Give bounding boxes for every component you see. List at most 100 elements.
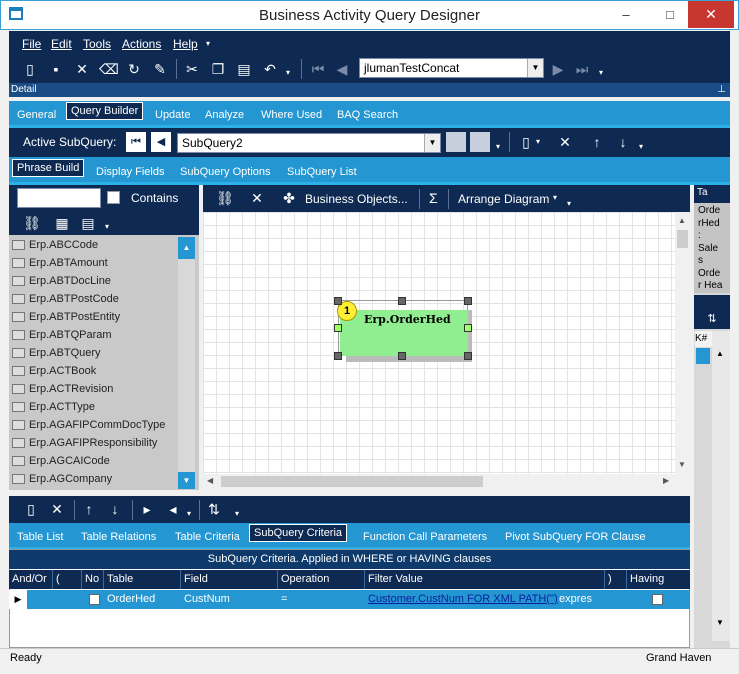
overflow-icon[interactable]: ▾	[639, 142, 643, 151]
query-id-combo[interactable]: jlumanTestConcat ▼	[359, 58, 544, 78]
row-operation[interactable]: =	[278, 590, 287, 609]
resize-handle[interactable]	[398, 297, 406, 305]
minimize-button[interactable]: –	[604, 1, 648, 28]
tab-table-relations[interactable]: Table Relations	[81, 531, 156, 543]
business-objects-button[interactable]: Business Objects...	[305, 192, 408, 206]
col-close-paren[interactable]: )	[605, 570, 627, 589]
tab-pivot-subquery[interactable]: Pivot SubQuery FOR Clause	[505, 531, 646, 543]
table-list-item[interactable]: Erp.AGCompany	[9, 470, 199, 488]
last-subquery-icon[interactable]	[470, 132, 490, 152]
tab-baq-search[interactable]: BAQ Search	[337, 109, 398, 121]
scroll-up-icon[interactable]: ▲	[678, 216, 686, 225]
col-having[interactable]: Having	[627, 570, 690, 589]
tab-where-used[interactable]: Where Used	[261, 109, 322, 121]
tab-general[interactable]: General	[17, 109, 56, 121]
tab-display-fields[interactable]: Display Fields	[96, 166, 164, 178]
col-filter-value[interactable]: Filter Value	[365, 570, 605, 589]
table-options-icon[interactable]: ▤	[79, 214, 97, 232]
last-record-icon[interactable]: ⏭	[573, 60, 591, 78]
table-search-input[interactable]	[17, 188, 101, 208]
tab-table-list[interactable]: Table List	[17, 531, 63, 543]
table-list-item[interactable]: Erp.AGAFIPCommDocType	[9, 416, 199, 434]
save-icon[interactable]: ▪	[47, 60, 65, 78]
scroll-down-icon[interactable]: ▼	[178, 472, 195, 489]
table-node-orderhed[interactable]: Erp.OrderHed	[340, 310, 468, 356]
arrange-diagram-button[interactable]: Arrange Diagram	[458, 192, 549, 206]
table-list-scrollbar[interactable]: ▲ ▼	[178, 237, 195, 489]
table-list-item[interactable]: Erp.ABTQParam	[9, 326, 199, 344]
move-down-icon[interactable]: ↓	[614, 133, 632, 151]
subquery-combo[interactable]: SubQuery2 ▼	[177, 133, 441, 153]
row-table[interactable]: OrderHed	[104, 590, 155, 609]
tab-update[interactable]: Update	[155, 109, 190, 121]
scroll-down-icon[interactable]: ▼	[716, 618, 724, 627]
resize-handle[interactable]	[464, 352, 472, 360]
col-and-or[interactable]: And/Or	[9, 570, 53, 589]
overflow-icon[interactable]: ▾	[496, 142, 500, 151]
delete-subquery-icon[interactable]: ✕	[556, 133, 574, 151]
col-operation[interactable]: Operation	[278, 570, 365, 589]
resize-handle[interactable]	[334, 324, 342, 332]
clear-icon[interactable]: ✎	[151, 60, 169, 78]
eraser-icon[interactable]: ⌫	[99, 60, 119, 78]
table-icon[interactable]: ▦	[53, 214, 71, 232]
contains-checkbox[interactable]	[107, 191, 120, 204]
table-list-item[interactable]: Erp.ACTRevision	[9, 380, 199, 398]
delete-icon[interactable]: ✕	[73, 60, 91, 78]
row-field[interactable]: CustNum	[181, 590, 230, 609]
chevron-down-icon[interactable]: ▾	[187, 509, 191, 518]
maximize-button[interactable]: □	[648, 1, 692, 28]
menu-edit[interactable]: Edit	[51, 37, 72, 51]
tab-subquery-list[interactable]: SubQuery List	[287, 166, 357, 178]
sigma-icon[interactable]: Σ	[429, 190, 438, 206]
toolbar-dropdown-icon[interactable]: ▾	[286, 68, 290, 77]
table-list-item[interactable]: Erp.ABTQuery	[9, 344, 199, 362]
new-icon[interactable]: ▯	[21, 60, 39, 78]
resize-handle[interactable]	[398, 352, 406, 360]
next-subquery-icon[interactable]	[446, 132, 466, 152]
table-list-item[interactable]: Erp.ACTBook	[9, 362, 199, 380]
cut-icon[interactable]: ✂	[183, 60, 201, 78]
table-list-item[interactable]: Erp.AGCAICode	[9, 452, 199, 470]
no-checkbox[interactable]	[89, 594, 100, 605]
row-selector-arrow-icon[interactable]: ▶	[9, 590, 27, 609]
having-checkbox[interactable]	[652, 594, 663, 605]
close-button[interactable]: ✕	[688, 1, 734, 28]
overflow-icon[interactable]: ▾	[235, 509, 239, 518]
paste-icon[interactable]: ▤	[235, 60, 253, 78]
resize-handle[interactable]	[464, 324, 472, 332]
resize-handle[interactable]	[464, 297, 472, 305]
pin-icon[interactable]: ⊥	[717, 83, 726, 97]
tab-subquery-options[interactable]: SubQuery Options	[180, 166, 271, 178]
first-record-icon[interactable]: ⏮	[309, 60, 327, 78]
chevron-down-icon[interactable]: ▾	[105, 222, 109, 231]
link-icon[interactable]: ⛓	[216, 189, 234, 207]
scroll-thumb[interactable]	[677, 230, 688, 248]
menu-actions[interactable]: Actions	[122, 37, 161, 51]
right-grid-selected-cell[interactable]	[696, 348, 710, 364]
move-down-icon[interactable]: ↓	[106, 500, 124, 518]
scroll-right-icon[interactable]: ▶	[663, 476, 669, 485]
table-list-item[interactable]: Erp.ABTPostCode	[9, 290, 199, 308]
prev-subquery-icon[interactable]: ◀	[151, 132, 171, 152]
refresh-icon[interactable]: ↻	[125, 60, 143, 78]
sort-az-icon[interactable]: ⇅	[694, 309, 730, 329]
first-subquery-icon[interactable]: ⏮	[126, 132, 146, 152]
table-list-item[interactable]: Erp.AGAFIPResponsibility	[9, 434, 199, 452]
row-filter-link[interactable]: Customer.CustNum FOR XML PATH('')	[365, 590, 558, 609]
scroll-thumb[interactable]	[221, 476, 483, 487]
copy-icon[interactable]: ❐	[209, 60, 227, 78]
col-field[interactable]: Field	[181, 570, 278, 589]
menu-overflow-icon[interactable]: ▾	[206, 39, 210, 48]
table-list-item[interactable]: Erp.ABCCode	[9, 236, 199, 254]
right-panel-scrollbar[interactable]: ▲ ▼	[712, 331, 730, 641]
chevron-down-icon[interactable]: ▾	[553, 193, 557, 202]
tab-query-builder[interactable]: Query Builder	[66, 102, 144, 120]
toolbar-overflow-icon[interactable]: ▾	[599, 68, 603, 77]
table-list-item[interactable]: Erp.ABTAmount	[9, 254, 199, 272]
business-objects-icon[interactable]: ✤	[280, 189, 298, 207]
tab-subquery-criteria[interactable]: SubQuery Criteria	[249, 524, 348, 542]
next-record-icon[interactable]: ▶	[549, 60, 567, 78]
move-up-icon[interactable]: ↑	[80, 500, 98, 518]
link-icon[interactable]: ⛓	[23, 214, 41, 232]
